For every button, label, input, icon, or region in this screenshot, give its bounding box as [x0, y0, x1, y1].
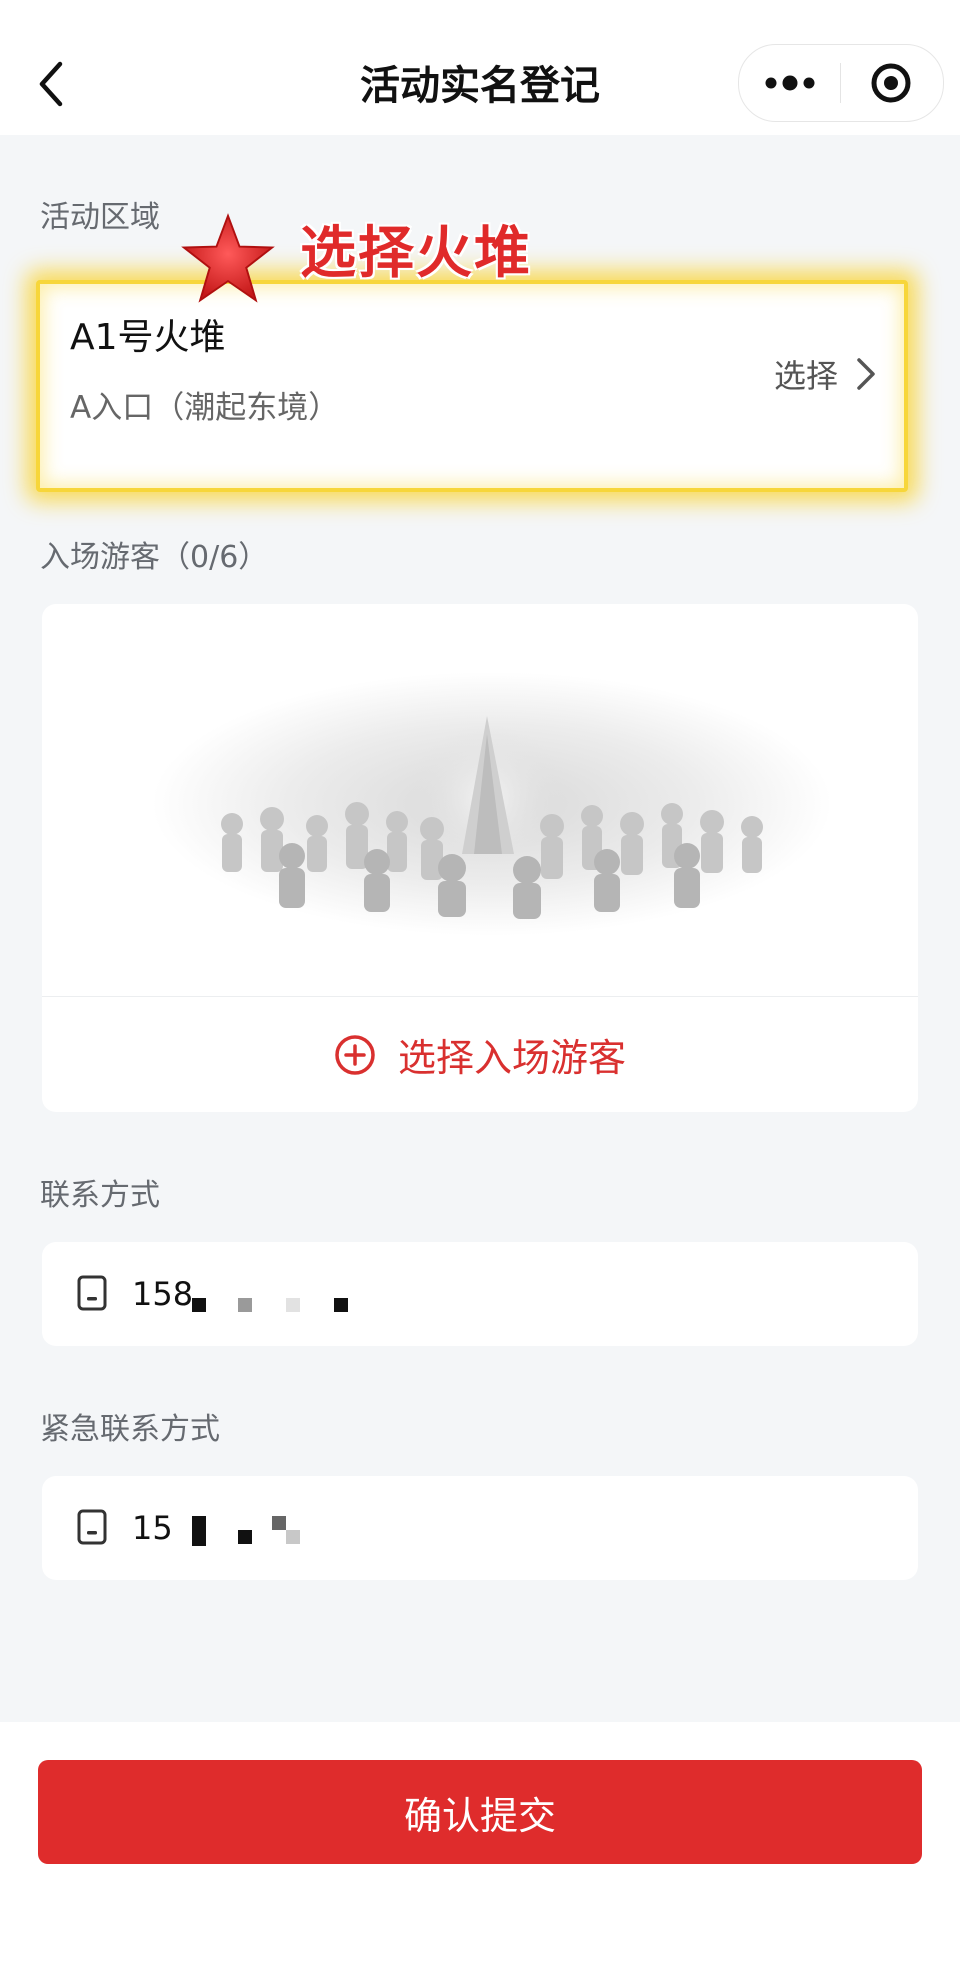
- more-dots-icon: [765, 75, 815, 91]
- area-select-label: 选择: [773, 357, 838, 395]
- add-circle-icon: [335, 1034, 375, 1075]
- emergency-phone-field[interactable]: 15: [42, 1476, 918, 1580]
- target-icon: [871, 63, 911, 103]
- privacy-mask: [192, 1516, 206, 1546]
- privacy-mask: [286, 1530, 300, 1544]
- area-select-action[interactable]: 选择: [774, 350, 878, 398]
- privacy-mask: [192, 1298, 206, 1312]
- privacy-mask: [286, 1298, 300, 1312]
- visitors-section-label: 入场游客（0/6）: [40, 540, 269, 575]
- annotation-text: 选择火堆: [300, 221, 532, 286]
- privacy-mask: [334, 1298, 348, 1312]
- area-entrance: A入口（潮起东境）: [70, 390, 340, 426]
- privacy-mask: [238, 1298, 252, 1312]
- select-visitors-label: 选择入场游客: [397, 1036, 626, 1080]
- phone-icon: [77, 1509, 107, 1545]
- select-visitors-button[interactable]: 选择入场游客: [42, 997, 918, 1112]
- area-select-card[interactable]: A1号火堆 A入口（潮起东境） 选择: [36, 280, 908, 492]
- submit-button[interactable]: 确认提交: [38, 1760, 922, 1864]
- privacy-mask: [272, 1516, 286, 1530]
- mini-program-capsule: [738, 44, 944, 122]
- capsule-divider: [840, 63, 841, 103]
- chevron-right-icon: [857, 358, 875, 390]
- star-icon: [181, 213, 275, 303]
- area-name: A1号火堆: [70, 317, 226, 358]
- nav-bar: 活动实名登记: [0, 0, 960, 135]
- contact-phone-value: 158: [132, 1275, 194, 1313]
- area-section-label: 活动区域: [40, 200, 160, 235]
- contact-phone-field[interactable]: 158: [42, 1242, 918, 1346]
- emergency-phone-value: 15: [132, 1509, 173, 1547]
- chevron-left-icon: [39, 61, 63, 107]
- select-bonfire-annotation: 选择火堆: [180, 210, 560, 303]
- back-button[interactable]: [30, 50, 78, 120]
- contact-section-label: 联系方式: [40, 1178, 160, 1213]
- privacy-mask: [238, 1530, 252, 1544]
- more-button[interactable]: [739, 45, 839, 121]
- visitor-card: 选择入场游客: [42, 604, 918, 1112]
- close-mini-program-button[interactable]: [843, 45, 943, 121]
- bonfire-crowd-image: [152, 672, 832, 936]
- phone-icon: [77, 1275, 107, 1311]
- emergency-section-label: 紧急联系方式: [40, 1412, 220, 1447]
